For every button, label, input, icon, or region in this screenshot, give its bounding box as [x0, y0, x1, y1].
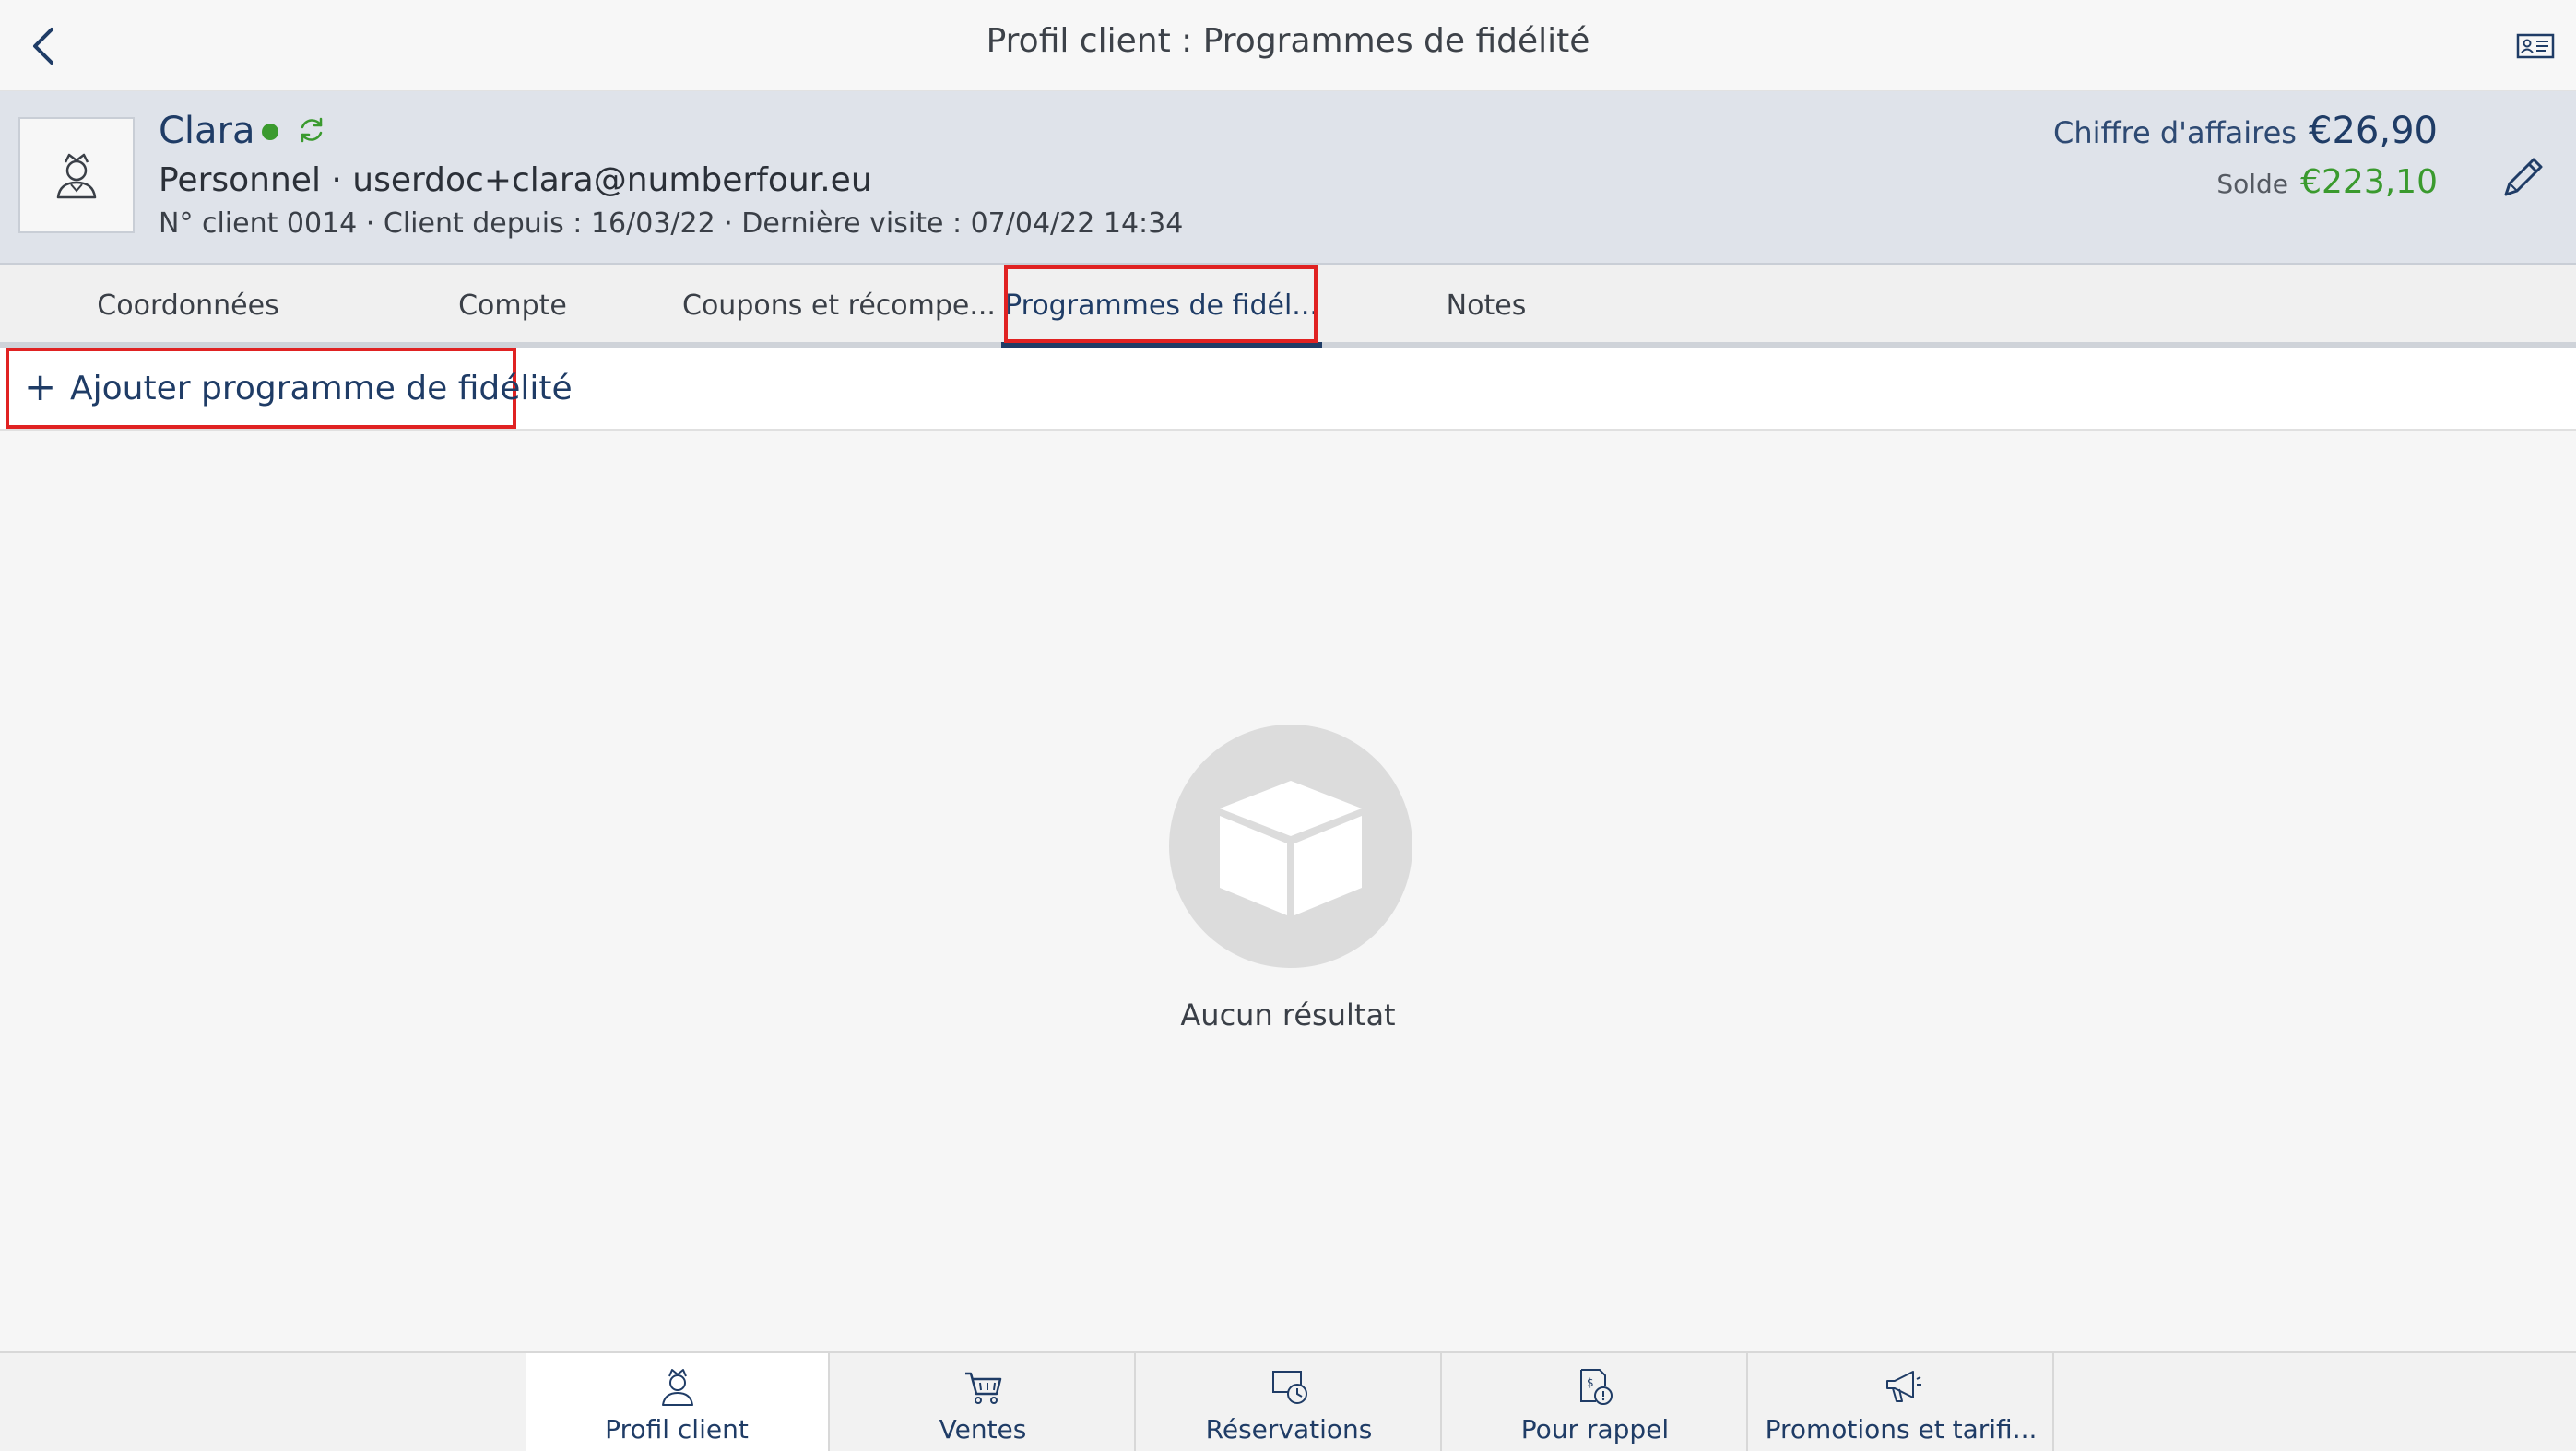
add-program-row: + Ajouter programme de fidélité	[0, 348, 2576, 431]
reservation-clock-icon	[1272, 1371, 1307, 1404]
nav-ventes[interactable]: Ventes	[832, 1353, 1136, 1451]
empty-state-text: Aucun résultat	[1180, 997, 1396, 1032]
tab-notes[interactable]: Notes	[1350, 265, 1623, 342]
megaphone-icon	[1886, 1371, 1921, 1402]
nav-profil-client[interactable]: Profil client	[526, 1353, 830, 1451]
edit-button[interactable]	[2495, 148, 2552, 206]
status-indicator	[262, 124, 278, 140]
top-bar: Profil client : Programmes de fidélité	[0, 0, 2576, 91]
nav-label-pour-rappel: Pour rappel	[1520, 1414, 1670, 1445]
balance-value: €223,10	[2300, 163, 2438, 201]
bottom-navigation: Profil client Ventes Réservations $ Pour…	[0, 1351, 2576, 1451]
customer-icon	[662, 1369, 693, 1406]
plus-icon: +	[24, 364, 57, 409]
add-program-label: Ajouter programme de fidélité	[70, 370, 573, 407]
box-icon	[1220, 781, 1362, 915]
sync-icon	[301, 117, 323, 143]
add-loyalty-program-button[interactable]: + Ajouter programme de fidélité	[6, 348, 573, 429]
balance-label: Solde	[2216, 169, 2289, 199]
nav-label-profil-client: Profil client	[605, 1414, 749, 1445]
nav-label-promotions: Promotions et tarifi...	[1765, 1414, 2038, 1445]
cart-icon	[965, 1372, 1002, 1404]
customer-card-button[interactable]	[2515, 28, 2556, 65]
tab-programmes-fidelite[interactable]: Programmes de fidél...	[1001, 265, 1322, 342]
revenue-label: Chiffre d'affaires	[2052, 115, 2297, 150]
nav-promotions[interactable]: Promotions et tarifi...	[1750, 1353, 2054, 1451]
nav-label-reservations: Réservations	[1205, 1414, 1373, 1445]
nav-label-ventes: Ventes	[939, 1414, 1027, 1445]
empty-state-illustration	[1169, 725, 1412, 968]
customer-header: Clara Personnel · userdoc+clara@numberfo…	[0, 91, 2576, 265]
avatar	[18, 117, 135, 233]
customer-contact: Personnel · userdoc+clara@numberfour.eu	[159, 161, 872, 199]
revenue-value: €26,90	[2309, 110, 2438, 152]
reminder-icon: $	[1580, 1369, 1613, 1405]
nav-pour-rappel[interactable]: $ Pour rappel	[1444, 1353, 1748, 1451]
tab-compte[interactable]: Compte	[376, 265, 649, 342]
tab-coupons[interactable]: Coupons et récompe...	[682, 265, 996, 342]
customer-details: N° client 0014 · Client depuis : 16/03/2…	[159, 207, 1184, 240]
page-title: Profil client : Programmes de fidélité	[986, 22, 1590, 60]
revenue: Chiffre d'affaires €26,90	[2053, 110, 2438, 152]
tab-coordonnees[interactable]: Coordonnées	[52, 265, 325, 342]
tab-bar: Coordonnées Compte Coupons et récompe...…	[0, 265, 2576, 348]
nav-reservations[interactable]: Réservations	[1138, 1353, 1442, 1451]
customer-icon	[56, 153, 97, 199]
customer-name: Clara	[159, 110, 255, 152]
svg-text:$: $	[1587, 1376, 1594, 1389]
balance: Solde €223,10	[2216, 163, 2438, 201]
pencil-icon	[2504, 158, 2543, 196]
id-card-icon	[2516, 33, 2555, 59]
